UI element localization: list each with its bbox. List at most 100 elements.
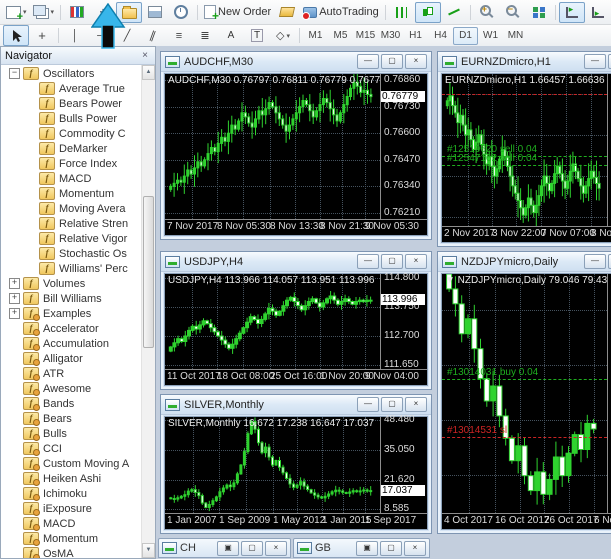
tree-item-macd[interactable]: fMACD [1,171,142,186]
minimize-button[interactable]: — [357,254,379,269]
price-scale[interactable]: 114.800113.750112.700111.650113.996 [380,274,427,369]
trendline-tool-button[interactable]: ╱ [114,25,140,46]
maximize-button[interactable]: ▢ [381,254,403,269]
tree-item-demarker[interactable]: fDeMarker [1,141,142,156]
time-axis[interactable]: 7 Nov 20178 Nov 05:308 Nov 13:308 Nov 21… [165,219,427,235]
timeframe-button-mn[interactable]: MN [503,27,528,45]
new-chart-button[interactable]: ▾ [3,2,30,23]
timeframe-button-w1[interactable]: W1 [478,27,503,45]
minimize-button[interactable]: — [584,54,606,69]
maximize-button[interactable]: ▢ [241,541,263,556]
minimized-chart-ch[interactable]: CH ▣ ▢ × [158,538,291,558]
scrollbar-thumb[interactable] [143,196,154,348]
time-axis[interactable]: 11 Oct 201718 Oct 08:0025 Oct 16:001 Nov… [165,369,427,385]
chart-shift-button[interactable] [585,2,611,23]
zoom-in-button[interactable] [474,2,500,23]
timeframe-button-h1[interactable]: H1 [403,27,428,45]
chart-window-usd[interactable]: USDJPY,H4 — ▢ × USDJPY,H4 113.966 114.05… [160,251,432,390]
tree-item-volumes[interactable]: +fVolumes [1,276,142,291]
chart-plot[interactable]: EURNZDmicro,H1 1.66457 1.66636 1.66455 1… [442,74,607,226]
chart-plot[interactable]: AUDCHF,M30 0.76797 0.76811 0.76779 0.767… [165,74,380,219]
close-icon[interactable]: × [139,50,151,61]
tree-item-atr[interactable]: fATR [1,366,142,381]
tree-expand-box[interactable]: − [9,68,20,79]
tree-item-examples[interactable]: +fExamples [1,306,142,321]
metaeditor-button[interactable] [274,2,300,23]
timeframe-button-m5[interactable]: M5 [328,27,353,45]
tree-item-momentum[interactable]: fMomentum [1,186,142,201]
tree-item-macd[interactable]: fMACD [1,516,142,531]
tree-item-osma[interactable]: fOsMA [1,546,142,558]
time-axis[interactable]: 4 Oct 201716 Oct 201726 Oct 20176 Nov 20… [442,513,611,529]
close-button[interactable]: × [405,254,427,269]
candlestick-mode-button[interactable] [415,2,441,23]
window-titlebar[interactable]: SILVER,Monthly — ▢ × [161,395,431,415]
tree-item-bears-power[interactable]: fBears Power [1,96,142,111]
window-titlebar[interactable]: EURNZDmicro,H1 — ▢ × [438,52,611,72]
fibonacci-tool-button[interactable]: ≡ [166,25,192,46]
tree-item-williams-perc[interactable]: fWilliams' Perc [1,261,142,276]
tree-expand-box[interactable]: + [9,293,20,304]
minimize-button[interactable]: — [584,254,606,269]
tree-item-bands[interactable]: fBands [1,396,142,411]
crosshair-tool-button[interactable]: + [29,25,55,46]
chart-window-eur[interactable]: EURNZDmicro,H1 — ▢ × EURNZDmicro,H1 1.66… [437,51,611,247]
timeframe-button-h4[interactable]: H4 [428,27,453,45]
tree-item-moving-avera[interactable]: fMoving Avera [1,201,142,216]
timeframe-button-d1[interactable]: D1 [453,27,478,45]
window-titlebar[interactable]: AUDCHF,M30 — ▢ × [161,52,431,72]
auto-scroll-button[interactable] [559,2,585,23]
tree-item-relative-stren[interactable]: fRelative Stren [1,216,142,231]
price-scale[interactable] [607,74,611,226]
tree-item-awesome[interactable]: fAwesome [1,381,142,396]
strategy-tester-button[interactable] [168,2,194,23]
vertical-line-tool-button[interactable]: │ [62,25,88,46]
text-label-tool-button[interactable]: T [244,25,270,46]
tree-item-bears[interactable]: fBears [1,411,142,426]
tree-item-iexposure[interactable]: fiExposure [1,501,142,516]
tree-item-force-index[interactable]: fForce Index [1,156,142,171]
price-scale[interactable]: 48.48035.05021.6208.58517.037 [380,417,427,513]
tree-item-bulls-power[interactable]: fBulls Power [1,111,142,126]
arrows-tool-button[interactable]: ◇▾ [270,25,296,46]
tree-item-cci[interactable]: fCCI [1,441,142,456]
window-titlebar[interactable]: USDJPY,H4 — ▢ × [161,252,431,272]
navigator-header[interactable]: Navigator × [1,47,155,65]
tree-item-ichimoku[interactable]: fIchimoku [1,486,142,501]
maximize-button[interactable]: ▢ [381,397,403,412]
tree-item-accelerator[interactable]: fAccelerator [1,321,142,336]
tree-item-bulls[interactable]: fBulls [1,426,142,441]
minimize-button[interactable]: — [357,54,379,69]
tree-item-accumulation[interactable]: fAccumulation [1,336,142,351]
close-button[interactable]: × [265,541,287,556]
terminal-button[interactable] [142,2,168,23]
line-chart-mode-button[interactable] [441,2,467,23]
chart-window-aud[interactable]: AUDCHF,M30 — ▢ × AUDCHF,M30 0.76797 0.76… [160,51,432,240]
autotrading-button[interactable]: AutoTrading [300,2,382,23]
tree-item-momentum[interactable]: fMomentum [1,531,142,546]
channel-tool-button[interactable]: ∥ [140,25,166,46]
tree-item-bill-williams[interactable]: +fBill Williams [1,291,142,306]
chart-plot[interactable]: USDJPY,H4 113.966 114.057 113.951 113.99… [165,274,380,369]
minimized-chart-gb[interactable]: GB ▣ ▢ × [293,538,430,558]
cursor-tool-button[interactable] [3,25,29,46]
data-window-button[interactable]: + [90,2,116,23]
close-button[interactable]: × [404,541,426,556]
timeframe-button-m15[interactable]: M15 [353,27,378,45]
tree-item-average-true[interactable]: fAverage True [1,81,142,96]
window-titlebar[interactable]: NZDJPYmicro,Daily — ▢ × [438,252,611,272]
horizontal-line-tool-button[interactable]: ─ [88,25,114,46]
minimize-button[interactable]: — [357,397,379,412]
time-axis[interactable]: 2 Nov 20173 Nov 22:007 Nov 07:008 Nov 16… [442,226,611,242]
chart-plot[interactable]: ▼ NZDJPYmicro,Daily 79.046 79.438 79.046… [442,274,607,513]
text-tool-button[interactable]: A [218,25,244,46]
timeframe-button-m30[interactable]: M30 [378,27,403,45]
restore-button[interactable]: ▣ [356,541,378,556]
tree-expand-box[interactable]: + [9,278,20,289]
market-watch-button[interactable] [64,2,90,23]
tree-item-custom-moving-a[interactable]: fCustom Moving A [1,456,142,471]
tree-item-stochastic-os[interactable]: fStochastic Os [1,246,142,261]
bar-chart-mode-button[interactable] [389,2,415,23]
tree-item-commodity-c[interactable]: fCommodity C [1,126,142,141]
close-button[interactable]: × [405,397,427,412]
